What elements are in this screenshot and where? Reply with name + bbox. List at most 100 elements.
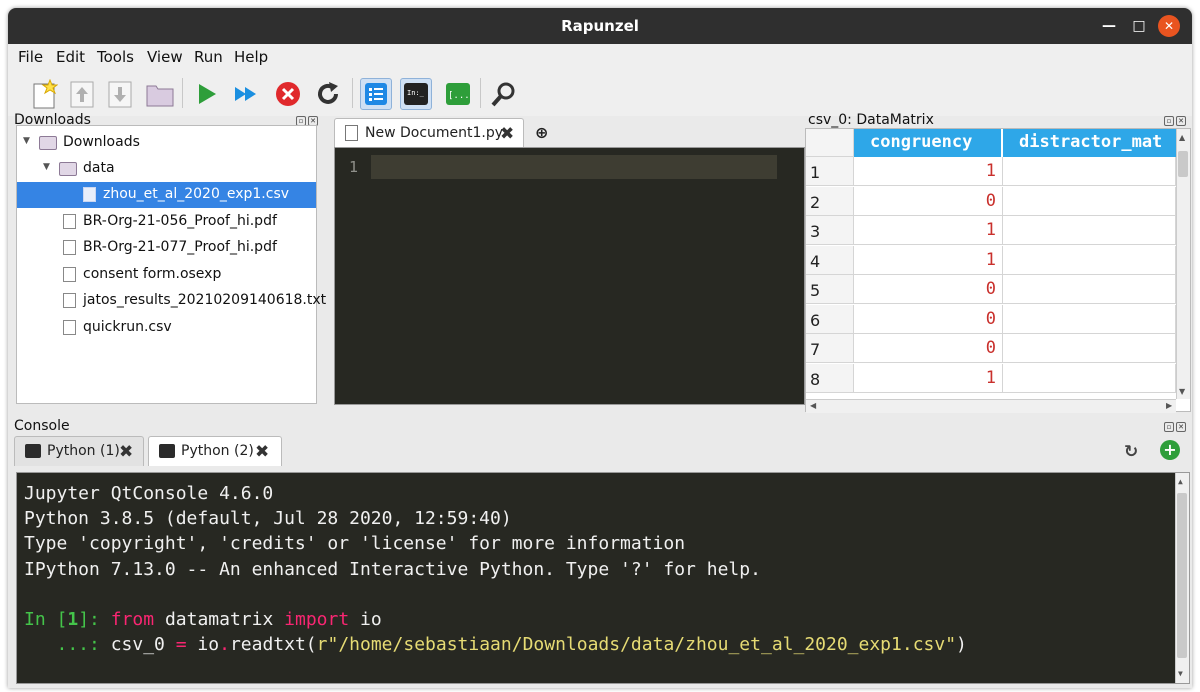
row-header[interactable]: 5 <box>806 275 854 304</box>
expand-arrow-icon[interactable]: ▼ <box>43 162 50 172</box>
file-tree: ▼ Downloads ▼ data zhou_et_al_2020_exp1.… <box>16 125 326 404</box>
row-header[interactable]: 7 <box>806 334 854 363</box>
table-cell-distractor-mat[interactable] <box>1003 334 1176 363</box>
move-down-icon[interactable] <box>104 78 136 110</box>
float-icon[interactable]: ▫ <box>1164 116 1174 126</box>
console-line: Jupyter QtConsole 4.6.0 <box>24 483 274 504</box>
row-header[interactable]: 8 <box>806 363 854 393</box>
row-header[interactable]: 1 <box>806 157 854 186</box>
expand-arrow-icon[interactable]: ▼ <box>23 136 30 146</box>
row-header[interactable]: 6 <box>806 304 854 334</box>
terminal-icon <box>159 444 175 458</box>
table-cell-distractor-mat[interactable] <box>1003 304 1176 334</box>
menu-bar: File Edit Tools View Run Help <box>8 44 1192 70</box>
menu-run[interactable]: Run <box>194 48 223 66</box>
corner-cell <box>806 129 854 157</box>
close-tab-icon[interactable]: ✖ <box>500 124 514 144</box>
code-editor[interactable]: 1 <box>334 147 805 405</box>
tree-item-jatos-results[interactable]: jatos_results_20210209140618.txt <box>17 288 326 314</box>
text-file-icon <box>63 293 76 308</box>
close-tab-icon[interactable]: ✖ <box>119 442 133 462</box>
menu-view[interactable]: View <box>147 48 183 66</box>
column-header-congruency[interactable]: congruency <box>854 129 1002 157</box>
minimize-icon[interactable]: — <box>1098 15 1120 37</box>
vertical-scrollbar[interactable]: ▲ ▼ <box>1176 129 1190 399</box>
panel-close-icon[interactable]: ✕ <box>1176 422 1186 432</box>
row-header[interactable]: 2 <box>806 186 854 216</box>
restart-icon[interactable] <box>312 78 344 110</box>
menu-help[interactable]: Help <box>234 48 268 66</box>
tab-new-document1[interactable]: New Document1.py ✖ <box>334 118 524 148</box>
tab-label: Python (2) <box>181 443 254 459</box>
outline-icon[interactable] <box>360 78 392 110</box>
table-cell-congruency[interactable]: 0 <box>854 334 1003 363</box>
menu-file[interactable]: File <box>18 48 43 66</box>
menu-edit[interactable]: Edit <box>56 48 85 66</box>
tree-item-pdf-056[interactable]: BR-Org-21-056_Proof_hi.pdf <box>17 209 316 235</box>
tree-item-downloads[interactable]: ▼ Downloads <box>17 130 316 156</box>
table-cell-distractor-mat[interactable] <box>1003 363 1176 393</box>
tab-python-2[interactable]: Python (2) ✖ <box>148 436 282 466</box>
table-cell-distractor-mat[interactable] <box>1003 245 1176 275</box>
table-cell-distractor-mat[interactable] <box>1003 216 1176 245</box>
table-cell-congruency[interactable]: 1 <box>854 216 1003 245</box>
toolbar: In:_ [...] <box>8 70 1192 116</box>
run-icon[interactable] <box>190 78 222 110</box>
restart-kernel-icon[interactable]: ↻ <box>1124 442 1138 462</box>
file-icon <box>63 267 76 282</box>
file-icon <box>63 320 76 335</box>
editor-tab-bar: New Document1.py ✖ ⊕ <box>334 118 805 148</box>
tab-python-1[interactable]: Python (1) ✖ <box>14 436 144 466</box>
terminal-icon[interactable]: In:_ <box>400 78 432 110</box>
add-console-icon[interactable]: + <box>1160 440 1180 460</box>
close-tab-icon[interactable]: ✖ <box>255 442 269 462</box>
tree-item-label: jatos_results_20210209140618.txt <box>83 292 327 308</box>
horizontal-scrollbar[interactable]: ◀ ▶ <box>806 399 1176 413</box>
table-cell-congruency[interactable]: 0 <box>854 275 1003 304</box>
console-output[interactable]: Jupyter QtConsole 4.6.0 Python 3.8.5 (de… <box>16 472 1190 684</box>
tree-item-pdf-077[interactable]: BR-Org-21-077_Proof_hi.pdf <box>17 235 316 261</box>
table-cell-distractor-mat[interactable] <box>1003 275 1176 304</box>
open-folder-icon[interactable] <box>144 78 176 110</box>
file-icon <box>83 187 96 202</box>
file-icon <box>63 240 76 255</box>
menu-tools[interactable]: Tools <box>97 48 134 66</box>
table-cell-congruency[interactable]: 1 <box>854 245 1003 275</box>
console-scrollbar[interactable]: ▲ ▼ <box>1175 473 1189 683</box>
tab-label: New Document1.py <box>365 125 504 141</box>
tree-item-zhou-csv[interactable]: zhou_et_al_2020_exp1.csv <box>17 182 316 208</box>
row-header[interactable]: 3 <box>806 216 854 245</box>
json-brackets-icon[interactable]: [...] <box>442 78 474 110</box>
current-line-highlight <box>371 155 777 179</box>
column-header-distractor-mat[interactable]: distractor_mat <box>1003 129 1178 157</box>
app-window: Rapunzel — □ ✕ File Edit Tools View Run … <box>8 8 1192 688</box>
table-cell-distractor-mat[interactable] <box>1003 186 1176 216</box>
tree-item-consent-form[interactable]: consent form.osexp <box>17 262 316 288</box>
run-fast-icon[interactable] <box>230 78 262 110</box>
tree-item-data[interactable]: ▼ data <box>17 156 316 182</box>
float-icon[interactable]: ▫ <box>1164 422 1174 432</box>
table-cell-congruency[interactable]: 1 <box>854 157 1003 186</box>
console-line: Python 3.8.5 (default, Jul 28 2020, 12:5… <box>24 508 512 529</box>
folder-icon <box>59 162 77 176</box>
stop-icon[interactable] <box>272 78 304 110</box>
console-panel-controls: ▫ ✕ <box>1164 422 1186 432</box>
close-window-icon[interactable]: ✕ <box>1158 15 1180 37</box>
maximize-icon[interactable]: □ <box>1128 15 1150 37</box>
row-header[interactable]: 4 <box>806 245 854 275</box>
tree-item-label: Downloads <box>63 134 140 150</box>
table-cell-distractor-mat[interactable] <box>1003 157 1176 186</box>
table-cell-congruency[interactable]: 1 <box>854 363 1003 393</box>
datamatrix-panel-controls: ▫ ✕ <box>1164 116 1186 126</box>
add-tab-icon[interactable]: ⊕ <box>535 123 548 142</box>
new-file-icon[interactable] <box>28 78 60 110</box>
table-cell-congruency[interactable]: 0 <box>854 304 1003 334</box>
move-up-icon[interactable] <box>66 78 98 110</box>
table-cell-congruency[interactable]: 0 <box>854 186 1003 216</box>
tree-item-label: BR-Org-21-056_Proof_hi.pdf <box>83 213 277 229</box>
tree-item-quickrun[interactable]: quickrun.csv <box>17 315 316 341</box>
console-tab-bar: Python (1) ✖ Python (2) ✖ ↻ + <box>14 436 1190 466</box>
panel-close-icon[interactable]: ✕ <box>1176 116 1186 126</box>
search-icon[interactable] <box>488 78 520 110</box>
console-panel-title: Console <box>14 418 70 434</box>
